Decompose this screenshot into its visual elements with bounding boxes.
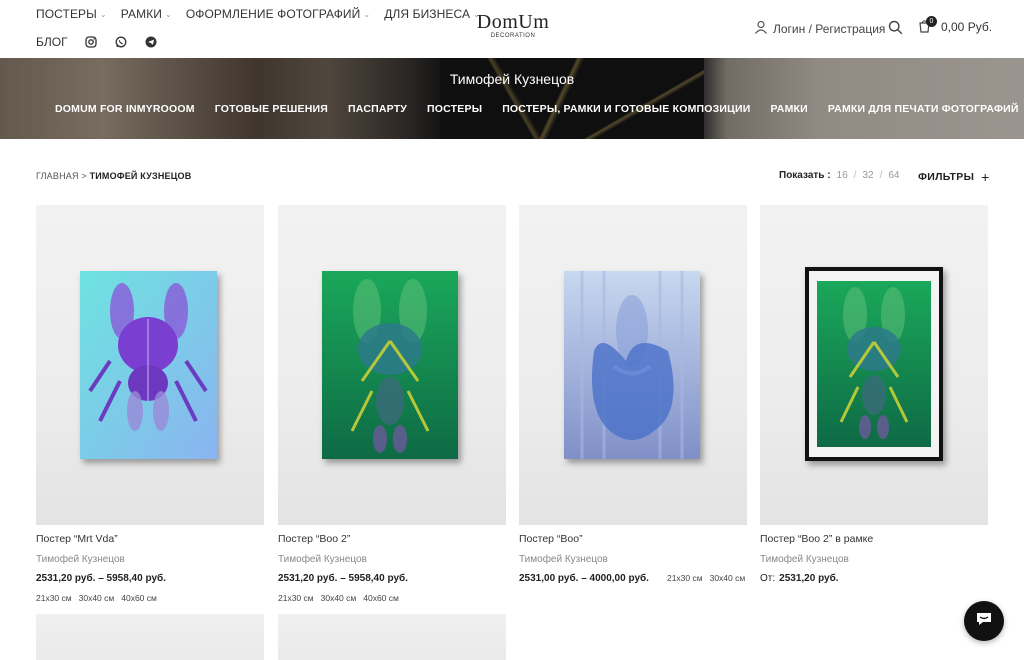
product-card[interactable]: Постер “Boo 2” в рамке Тимофей Кузнецов …: [760, 205, 988, 584]
filters-button[interactable]: ФИЛЬТРЫ +: [918, 169, 990, 185]
nav-item-blog[interactable]: БЛОГ: [36, 35, 68, 49]
login-register-link[interactable]: Логин / Регистрация: [754, 20, 885, 37]
instagram-icon[interactable]: [84, 35, 98, 49]
size-option[interactable]: 21x30 см: [36, 593, 72, 603]
whatsapp-icon[interactable]: [114, 35, 128, 49]
category-link[interactable]: ПОСТЕРЫ: [427, 103, 482, 115]
nav-item-business[interactable]: ДЛЯ БИЗНЕСА ⌄: [384, 7, 480, 21]
site-logo[interactable]: DomUm DECORATION: [474, 12, 552, 39]
breadcrumb-current: ТИМОФЕЙ КУЗНЕЦОВ: [89, 171, 192, 181]
product-price: 2531,20 руб. – 5958,40 руб.: [36, 573, 166, 584]
chevron-down-icon: ⌄: [363, 9, 371, 19]
product-author[interactable]: Тимофей Кузнецов: [278, 554, 506, 565]
product-title[interactable]: Постер “Boo”: [519, 533, 747, 545]
size-option[interactable]: 21x30 см: [667, 573, 703, 584]
product-title[interactable]: Постер “Boo 2” в рамке: [760, 533, 988, 545]
product-title[interactable]: Постер “Mrt Vda”: [36, 533, 264, 545]
category-link[interactable]: DOMUM FOR INMYROOOM: [55, 103, 195, 115]
search-icon[interactable]: [888, 20, 904, 36]
category-link[interactable]: ПОСТЕРЫ, РАМКИ И ГОТОВЫЕ КОМПОЗИЦИИ: [502, 103, 750, 115]
user-icon: [754, 20, 768, 37]
category-link[interactable]: РАМКИ: [771, 103, 808, 115]
product-author[interactable]: Тимофей Кузнецов: [36, 554, 264, 565]
chevron-down-icon: ⌄: [99, 9, 107, 19]
per-page-option[interactable]: 16: [837, 170, 848, 181]
size-option[interactable]: 30x40 см: [79, 593, 115, 603]
cart-total: 0,00 Руб.: [941, 20, 993, 34]
cart-button[interactable]: 0 0,00 Руб.: [917, 16, 993, 35]
product-card[interactable]: Постер “Boo 2” Тимофей Кузнецов 2531,20 …: [278, 205, 506, 603]
product-title[interactable]: Постер “Boo 2”: [278, 533, 506, 545]
chevron-down-icon: ⌄: [165, 9, 172, 19]
product-image[interactable]: [519, 205, 747, 525]
nav-item-posters[interactable]: ПОСТЕРЫ ⌄: [36, 7, 107, 21]
plus-icon: +: [981, 169, 990, 185]
product-price: 2531,00 руб. – 4000,00 руб. 21x30 см 30x…: [519, 573, 746, 584]
page-title: Тимофей Кузнецов: [449, 71, 575, 87]
size-option[interactable]: 30x40 см: [710, 573, 746, 584]
size-option[interactable]: 40x60 см: [121, 593, 157, 603]
product-author[interactable]: Тимофей Кузнецов: [519, 554, 747, 565]
category-link[interactable]: ПАСПАРТУ: [348, 103, 407, 115]
per-page-option[interactable]: 64: [888, 170, 899, 181]
category-link[interactable]: ГОТОВЫЕ РЕШЕНИЯ: [215, 103, 328, 115]
product-card[interactable]: Постер “Boo” Тимофей Кузнецов 2531,00 ру…: [519, 205, 747, 584]
product-price: 2531,20 руб. – 5958,40 руб.: [278, 573, 408, 584]
category-link[interactable]: РАМКИ ДЛЯ ПЕЧАТИ ФОТОГРАФИЙ: [828, 103, 1019, 115]
size-option[interactable]: 40x60 см: [363, 593, 399, 603]
site-header: ПОСТЕРЫ ⌄ РАМКИ ⌄ ОФОРМЛЕНИЕ ФОТОГРАФИЙ ⌄ Д…: [0, 0, 1024, 58]
size-option[interactable]: 21x30 см: [278, 593, 314, 603]
product-image[interactable]: [278, 614, 506, 660]
breadcrumb: ГЛАВНАЯ > ТИМОФЕЙ КУЗНЕЦОВ: [36, 171, 192, 181]
product-image[interactable]: [36, 614, 264, 660]
product-image[interactable]: [36, 205, 264, 525]
cart-icon: 0: [917, 16, 937, 35]
chat-icon: [975, 611, 993, 632]
telegram-icon[interactable]: [144, 35, 158, 49]
product-price: От: 2531,20 руб.: [760, 573, 839, 584]
product-author[interactable]: Тимофей Кузнецов: [760, 554, 988, 565]
category-nav: DOMUM FOR INMYROOOM ГОТОВЫЕ РЕШЕНИЯ ПАСП…: [55, 103, 1019, 115]
nav-item-photo-design[interactable]: ОФОРМЛЕНИЕ ФОТОГРАФИЙ ⌄: [186, 7, 370, 21]
size-option[interactable]: 30x40 см: [321, 593, 357, 603]
chat-button[interactable]: [964, 601, 1004, 641]
product-image[interactable]: [278, 205, 506, 525]
product-image[interactable]: [760, 205, 988, 525]
product-card[interactable]: Постер “Mrt Vda” Тимофей Кузнецов 2531,2…: [36, 205, 264, 603]
per-page-option[interactable]: 32: [862, 170, 873, 181]
breadcrumb-home[interactable]: ГЛАВНАЯ: [36, 171, 79, 181]
nav-item-frames[interactable]: РАМКИ ⌄: [121, 7, 172, 21]
size-options: 21x30 см 30x40 см 40x60 см: [278, 593, 506, 603]
cart-count-badge: 0: [926, 16, 937, 27]
secondary-nav: БЛОГ: [36, 35, 158, 49]
per-page-selector: Показать : 16 / 32 / 64: [779, 170, 900, 181]
size-options: 21x30 см 30x40 см: [667, 573, 745, 584]
main-nav: ПОСТЕРЫ ⌄ РАМКИ ⌄ ОФОРМЛЕНИЕ ФОТОГРАФИЙ ⌄ Д…: [36, 7, 480, 21]
size-options: 21x30 см 30x40 см 40x60 см: [36, 593, 264, 603]
category-banner: Тимофей Кузнецов DOMUM FOR INMYROOOM ГОТ…: [0, 58, 1024, 139]
